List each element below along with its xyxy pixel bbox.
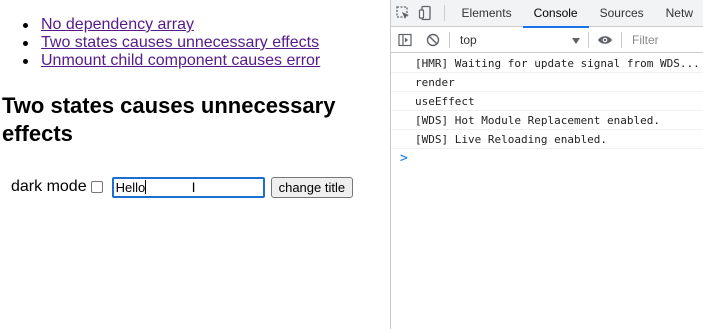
device-toolbar-icon[interactable] (414, 0, 437, 27)
title-input-value: Hello (115, 179, 146, 195)
console-log-line: render (391, 73, 703, 92)
title-input[interactable]: Hello I (111, 176, 265, 198)
dark-mode-label: dark mode (11, 178, 87, 195)
inspect-element-icon[interactable] (391, 0, 414, 27)
console-prompt[interactable]: > (391, 149, 703, 168)
toolbar-separator (588, 32, 589, 48)
tab-network[interactable]: Netw (655, 0, 703, 27)
change-title-button[interactable]: change title (270, 176, 354, 198)
nav-link-unmount-child[interactable]: Unmount child component causes error (41, 52, 320, 69)
devtools-panel: Elements Console Sources Netw top Filter… (390, 0, 703, 329)
dark-mode-checkbox[interactable] (90, 181, 103, 193)
nav-item: Unmount child component causes error (21, 52, 320, 70)
text-caret (145, 180, 147, 194)
toolbar-separator (449, 32, 450, 48)
context-value: top (460, 33, 477, 47)
app-page: No dependency array Two states causes un… (0, 0, 390, 329)
filter-placeholder: Filter (632, 33, 659, 47)
tab-console[interactable]: Console (522, 0, 589, 28)
tab-separator (443, 5, 445, 21)
nav-list: No dependency array Two states causes un… (21, 16, 320, 70)
console-log-line: useEffect (391, 92, 703, 111)
dropdown-arrow-icon (572, 33, 580, 47)
page-title: Two states causes unnecessary effects (2, 93, 336, 146)
tab-elements[interactable]: Elements (451, 0, 523, 27)
controls-row: dark mode Hello I change title (11, 176, 354, 198)
context-selector[interactable]: top (452, 28, 586, 53)
clear-console-icon[interactable] (419, 28, 447, 53)
tab-sources[interactable]: Sources (589, 0, 655, 27)
text-cursor-icon: I (191, 178, 196, 195)
console-log-line: [HMR] Waiting for update signal from WDS… (391, 54, 703, 73)
console-toolbar: top Filter (391, 28, 703, 53)
sidebar-toggle-icon[interactable] (391, 28, 419, 53)
console-output: [HMR] Waiting for update signal from WDS… (391, 54, 703, 168)
toolbar-separator (621, 32, 622, 48)
nav-link-no-dependency-array[interactable]: No dependency array (41, 16, 194, 33)
nav-item: No dependency array (21, 16, 320, 34)
console-log-line: [WDS] Live Reloading enabled. (391, 130, 703, 149)
eye-icon[interactable] (591, 28, 619, 53)
nav-link-two-states[interactable]: Two states causes unnecessary effects (41, 34, 319, 51)
nav-item: Two states causes unnecessary effects (21, 34, 320, 52)
console-filter-input[interactable]: Filter (624, 28, 659, 53)
console-log-line: [WDS] Hot Module Replacement enabled. (391, 111, 703, 130)
devtools-tabbar: Elements Console Sources Netw (391, 0, 703, 28)
